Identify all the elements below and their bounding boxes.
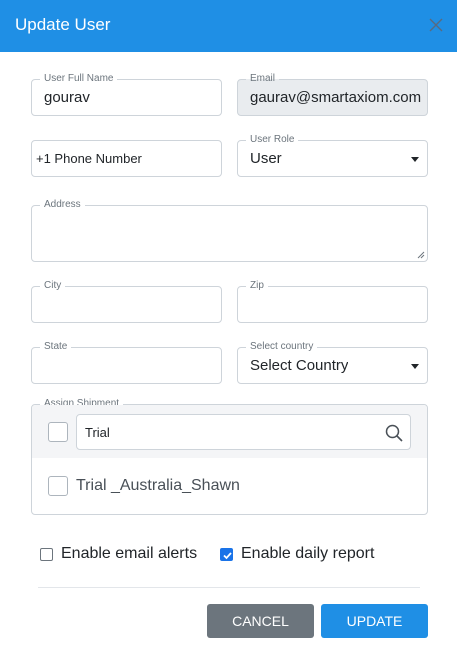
zip-label: Zip: [246, 280, 268, 292]
phone-field[interactable]: +1 Phone Number: [31, 140, 222, 177]
city-field[interactable]: City: [31, 280, 222, 323]
user-role-select[interactable]: User Role User: [237, 134, 428, 177]
shipment-item-label: Trial _Australia_Shawn: [76, 477, 240, 494]
update-user-modal: Update User User Full Name gourav Email …: [0, 0, 457, 649]
user-role-value: User: [250, 150, 282, 167]
email-alerts-label: Enable email alerts: [61, 545, 198, 562]
close-icon: [429, 18, 443, 32]
daily-report-option[interactable]: Enable daily report: [220, 545, 374, 563]
phone-placeholder: +1 Phone Number: [36, 151, 142, 166]
email-value: gaurav@smartaxiom.com: [250, 89, 422, 106]
resize-handle-icon[interactable]: [417, 251, 425, 259]
full-name-field[interactable]: User Full Name gourav: [31, 73, 222, 116]
close-button[interactable]: [427, 16, 445, 34]
update-button[interactable]: UPDATE: [321, 604, 428, 638]
chevron-down-icon: [411, 363, 419, 369]
check-icon: [223, 551, 232, 559]
assign-shipment-box: Assign Shipment Trial Trial _Australia_S…: [31, 398, 428, 515]
full-name-value: gourav: [44, 89, 90, 106]
state-label: State: [40, 341, 72, 353]
shipment-search-input[interactable]: Trial: [76, 414, 411, 450]
city-label: City: [40, 280, 66, 292]
search-icon[interactable]: [384, 423, 404, 443]
shipment-item-checkbox[interactable]: [48, 476, 68, 496]
daily-report-checkbox[interactable]: [220, 547, 233, 561]
zip-field[interactable]: Zip: [237, 280, 428, 323]
email-alerts-option[interactable]: Enable email alerts: [40, 545, 197, 563]
cancel-button[interactable]: CANCEL: [207, 604, 314, 638]
select-all-checkbox[interactable]: [48, 422, 68, 442]
modal-header: Update User: [0, 0, 457, 52]
country-value: Select Country: [250, 357, 349, 374]
address-field[interactable]: Address: [31, 199, 428, 262]
chevron-down-icon: [411, 156, 419, 162]
address-label: Address: [40, 199, 85, 211]
email-field: Email gaurav@smartaxiom.com: [237, 73, 428, 116]
modal-title: Update User: [15, 15, 111, 34]
country-select[interactable]: Select country Select Country: [237, 341, 428, 384]
state-field[interactable]: State: [31, 341, 222, 384]
shipment-search-bar: Trial: [32, 405, 427, 458]
email-alerts-checkbox[interactable]: [40, 547, 53, 561]
shipment-search-value: Trial: [85, 424, 110, 440]
footer-divider: [38, 587, 420, 588]
daily-report-label: Enable daily report: [241, 545, 375, 562]
